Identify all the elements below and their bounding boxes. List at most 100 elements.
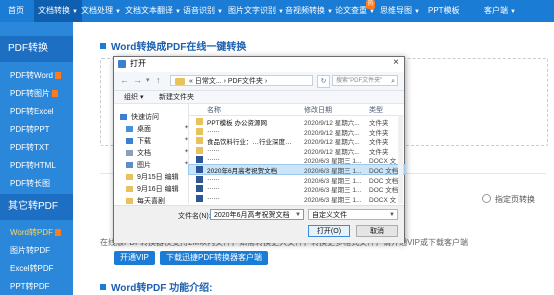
search-input[interactable]: 搜索"PDF文件夹" ⌕	[332, 75, 398, 86]
file-type: 文件夹	[369, 139, 389, 147]
file-date: 2020/9/12 星期六...	[304, 120, 360, 127]
section-feature-title: Word转PDF 功能介绍:	[100, 279, 212, 294]
file-type: DOCX 文	[369, 158, 397, 166]
hot-icon	[54, 72, 61, 80]
up-arrow-icon[interactable]: ↑	[156, 75, 161, 85]
column-date[interactable]: 修改日期	[304, 105, 332, 115]
chevron-down-icon: ▼	[510, 9, 516, 15]
back-arrow-icon[interactable]: ←	[120, 75, 129, 85]
download-icon	[126, 138, 133, 144]
sidebar-item-ppt-to-pdf[interactable]: PPT转PDF	[10, 281, 50, 292]
nav-doc-process[interactable]: 文档处理 ▼	[81, 0, 121, 22]
file-row[interactable]: …… 2020/6/3 星期三 1... DOC 文档	[189, 184, 404, 194]
open-button[interactable]: 打开(O)	[308, 225, 350, 237]
nav-folder-sep16[interactable]: 9月16日 编辑	[126, 184, 179, 194]
sidebar-item-excel-to-pdf[interactable]: Excel转PDF	[10, 263, 54, 274]
file-row[interactable]: 2020年6月高考祝贺文档 2020/6/3 星期三 1... DOC 文档	[188, 164, 405, 175]
open-file-dialog: 打开 × ← → ▾ ↑ « 日常文... › PDF文件夹 › ↻ 搜索"PD…	[113, 56, 405, 243]
refresh-icon[interactable]: ↻	[317, 75, 330, 88]
dialog-footer: 文件名(N): 2020年6月高考祝贺文档 ▼ 自定义文件 ▼ 打开(O) 取消	[114, 205, 404, 243]
cancel-button[interactable]: 取消	[356, 225, 398, 237]
sidebar-item-pdf-to-html[interactable]: PDF转HTML	[10, 160, 56, 171]
file-type: 文件夹	[369, 148, 389, 156]
nav-desktop[interactable]: 桌面 ✦	[126, 124, 189, 134]
dialog-titlebar[interactable]: 打开 ×	[114, 57, 404, 71]
folder-icon	[126, 174, 133, 180]
file-row[interactable]: …… 2020/6/3 星期三 1... DOCX 文	[189, 194, 404, 204]
sidebar-group-pdf-convert: PDF转换	[0, 36, 73, 62]
chevron-down-icon[interactable]: ▼	[295, 210, 301, 219]
nav-speech[interactable]: 语音识别 ▼	[183, 0, 223, 22]
nav-documents[interactable]: 文档 ✦	[126, 148, 189, 158]
nav-av-convert[interactable]: 音视频转换 ▼	[285, 0, 333, 22]
scrollbar[interactable]	[398, 115, 403, 204]
nav-home[interactable]: 首页	[8, 0, 24, 22]
hot-icon	[54, 229, 61, 237]
file-row[interactable]: PPT模板 办公资源网 2020/9/12 星期六... 文件夹	[189, 117, 404, 127]
close-icon[interactable]: ×	[393, 57, 399, 68]
nav-folder-sep15[interactable]: 9月15日 编辑	[126, 172, 179, 182]
filename-input[interactable]: 2020年6月高考祝贺文档 ▼	[210, 209, 304, 220]
sidebar: PDF转换 PDF转Word PDF转图片 PDF转Excel PDF转PPT …	[0, 22, 73, 295]
sidebar-item-pdf-to-longimage[interactable]: PDF转长图	[10, 178, 50, 189]
column-type[interactable]: 类型	[369, 105, 383, 115]
navigation-pane: 快速访问 桌面 ✦ 下载 ✦ 文档 ✦ 图片 ✦ 9月15日 编辑 9月16日 编辑 每…	[114, 104, 189, 205]
folder-icon	[196, 118, 203, 125]
sidebar-item-pdf-to-excel[interactable]: PDF转Excel	[10, 106, 54, 117]
chevron-down-icon: ▼	[115, 9, 121, 15]
nav-translate[interactable]: 文档文本翻译 ▼	[125, 0, 181, 22]
forward-arrow-icon[interactable]: →	[133, 75, 142, 85]
file-row[interactable]: …… 2020/9/12 星期六... 文件夹	[189, 126, 404, 137]
file-name: ……	[207, 145, 220, 153]
file-date: 2020/9/12 星期六...	[304, 129, 360, 137]
recent-dropdown-icon[interactable]: ▾	[146, 76, 150, 84]
radio-specific-pages[interactable]: 指定页转换	[482, 194, 535, 205]
file-type: 文件夹	[369, 120, 389, 127]
nav-downloads[interactable]: 下载 ✦	[126, 136, 189, 146]
nav-ppt-templates[interactable]: PPT模板	[428, 0, 460, 22]
file-name: ……	[207, 126, 220, 134]
sidebar-item-word-to-pdf[interactable]: Word转PDF	[10, 227, 61, 238]
file-name: ……	[207, 184, 220, 192]
nav-mindmap[interactable]: 思维导图 ▼	[380, 0, 420, 22]
sidebar-item-pdf-to-ppt[interactable]: PDF转PPT	[10, 124, 50, 135]
word-icon	[196, 166, 203, 173]
file-row[interactable]: 食品饮料行业：…行业深度… 2020/9/12 星期六... 文件夹	[189, 136, 404, 147]
file-row[interactable]: …… 2020/6/3 星期三 1... DOC 文档	[189, 175, 404, 185]
chevron-down-icon: ▼	[327, 9, 333, 15]
column-name[interactable]: 名称	[207, 105, 221, 115]
dialog-toolbar: 组织 ▾ 新建文件夹	[114, 91, 404, 104]
breadcrumb[interactable]: « 日常文... › PDF文件夹 ›	[170, 75, 313, 86]
file-date: 2020/6/3 星期三 1...	[304, 177, 362, 185]
nav-ocr[interactable]: 图片文字识别 ▼	[228, 0, 284, 22]
organize-menu[interactable]: 组织 ▾	[124, 92, 143, 102]
file-row[interactable]: …… 2020/6/3 星期三 1... DOCX 文	[189, 155, 404, 166]
star-icon	[120, 114, 127, 120]
file-date: 2020/6/3 星期三 1...	[304, 158, 362, 166]
open-vip-button[interactable]: 开通VIP	[114, 251, 155, 265]
file-type: DOC 文档	[369, 168, 399, 175]
chevron-down-icon: ▼	[278, 9, 284, 15]
file-name: ……	[207, 155, 220, 163]
download-client-button[interactable]: 下载迅捷PDF转换器客户端	[160, 251, 268, 265]
new-folder-button[interactable]: 新建文件夹	[159, 92, 194, 102]
file-row[interactable]: …… 2020/9/12 星期六... 文件夹	[189, 145, 404, 156]
search-icon: ⌕	[391, 78, 395, 85]
sidebar-item-pdf-to-image[interactable]: PDF转图片	[10, 88, 58, 99]
sidebar-item-image-to-pdf[interactable]: 图片转PDF	[10, 245, 50, 256]
file-name: 2020年6月高考祝贺文档	[207, 168, 278, 175]
file-type: DOC 文档	[369, 177, 399, 185]
top-nav: 首页 文档转换 ▼ 文档处理 ▼ 文档文本翻译 ▼ 语音识别 ▼ 图片文字识别 ▼ 音视频…	[0, 0, 554, 22]
sidebar-item-pdf-to-txt[interactable]: PDF转TXT	[10, 142, 49, 153]
nav-pictures[interactable]: 图片 ✦	[126, 160, 189, 170]
filetype-select[interactable]: 自定义文件 ▼	[308, 209, 398, 220]
sidebar-item-pdf-to-word[interactable]: PDF转Word	[10, 70, 61, 81]
radio-icon	[482, 194, 491, 203]
nav-doc-convert[interactable]: 文档转换 ▼	[34, 0, 82, 22]
nav-client[interactable]: 客户端 ▼	[484, 0, 516, 22]
nav-quick-access[interactable]: 快速访问	[120, 112, 159, 122]
chevron-down-icon: ▼	[175, 9, 181, 15]
file-name: PPT模板 办公资源网	[207, 120, 267, 127]
filename-label: 文件名(N):	[178, 213, 211, 220]
file-date: 2020/9/12 星期六...	[304, 139, 360, 147]
